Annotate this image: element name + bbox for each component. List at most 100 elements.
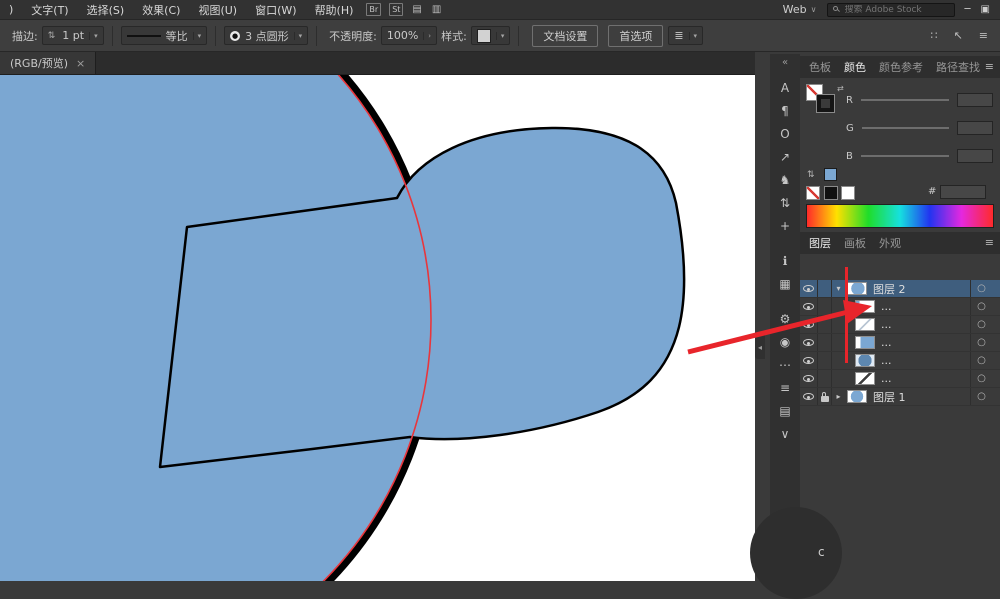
layer-name[interactable]: ... bbox=[881, 354, 970, 367]
menu-item-clipped[interactable]: ) bbox=[0, 3, 22, 16]
swap-fill-stroke-icon[interactable]: ⇄ bbox=[837, 84, 844, 93]
layer-name[interactable]: ... bbox=[881, 336, 970, 349]
lock-toggle[interactable] bbox=[818, 352, 832, 369]
dock-collapse-handle[interactable]: ◂ bbox=[755, 335, 765, 359]
paragraph-panel-icon[interactable]: ¶ bbox=[770, 99, 800, 122]
selection-column[interactable] bbox=[992, 388, 1000, 405]
selection-column[interactable] bbox=[992, 316, 1000, 333]
layer-thumbnail[interactable] bbox=[855, 300, 875, 313]
lock-toggle[interactable] bbox=[818, 370, 832, 387]
menu-item-window[interactable]: 窗口(W) bbox=[246, 2, 305, 18]
bridge-icon[interactable]: Br bbox=[366, 3, 382, 16]
layer-thumbnail[interactable] bbox=[847, 390, 867, 403]
brush-definition-dropdown[interactable]: ● 3 点圆形 ▾ bbox=[224, 26, 309, 45]
close-icon[interactable]: × bbox=[76, 57, 85, 70]
target-icon[interactable]: ○ bbox=[970, 334, 992, 351]
selection-column[interactable] bbox=[992, 280, 1000, 297]
layer-name[interactable]: ... bbox=[881, 318, 970, 331]
dropdown-arrow-icon[interactable]: ▾ bbox=[688, 31, 697, 40]
transform-panel-icon[interactable]: ⇅ bbox=[770, 191, 800, 214]
white-swatch[interactable] bbox=[841, 186, 855, 200]
layer-thumbnail[interactable] bbox=[855, 318, 875, 331]
dropdown-arrow-icon[interactable]: ▾ bbox=[89, 31, 98, 40]
preferences-button[interactable]: 首选项 bbox=[608, 24, 664, 47]
target-icon[interactable]: ○ bbox=[970, 280, 992, 297]
export-panel-icon[interactable]: ↗ bbox=[770, 145, 800, 168]
search-input[interactable] bbox=[844, 4, 949, 15]
green-slider[interactable] bbox=[861, 127, 949, 129]
selection-column[interactable] bbox=[992, 298, 1000, 315]
layer-row-sub[interactable]: ▾ ... ○ bbox=[800, 298, 1000, 316]
selection-column[interactable] bbox=[992, 334, 1000, 351]
more-options-icon[interactable]: ⋯ bbox=[770, 353, 800, 376]
tab-color-guide[interactable]: 颜色参考 bbox=[879, 59, 923, 75]
opacity-dropdown[interactable]: 100% › bbox=[380, 26, 438, 45]
hex-value-field[interactable] bbox=[940, 185, 986, 199]
stroke-swatch[interactable] bbox=[816, 94, 835, 113]
layer-row-layer1[interactable]: ▸ 图层 1 ○ bbox=[800, 388, 1000, 406]
menu-item-effect[interactable]: 效果(C) bbox=[133, 2, 189, 18]
restore-button[interactable]: ▣ bbox=[981, 4, 990, 15]
layer-thumbnail[interactable] bbox=[855, 336, 875, 349]
visibility-toggle[interactable] bbox=[800, 388, 818, 405]
arrange-documents-icon[interactable]: ▤ bbox=[412, 4, 421, 15]
layer-thumbnail[interactable] bbox=[847, 282, 867, 295]
dropdown-arrow-icon[interactable]: ▾ bbox=[293, 31, 302, 40]
tab-layers[interactable]: 图层 bbox=[809, 235, 831, 251]
panel-menu-icon[interactable]: ≡ bbox=[985, 60, 994, 73]
document-setup-button[interactable]: 文档设置 bbox=[532, 24, 599, 47]
menu-item-view[interactable]: 视图(U) bbox=[189, 2, 246, 18]
layer-name[interactable]: ... bbox=[881, 300, 970, 313]
selection-column[interactable] bbox=[992, 370, 1000, 387]
color-spectrum-bar[interactable] bbox=[806, 204, 994, 228]
layer-row-layer2[interactable]: ▾ 图层 2 ○ bbox=[800, 280, 1000, 298]
attributes-panel-icon[interactable]: ▦ bbox=[770, 272, 800, 295]
target-icon[interactable]: ○ bbox=[970, 298, 992, 315]
character-panel-icon[interactable]: A bbox=[770, 76, 800, 99]
layer-name[interactable]: ... bbox=[881, 372, 970, 385]
tab-color[interactable]: 颜色 bbox=[844, 59, 866, 75]
layer-row-sub[interactable]: ▾ ... ○ bbox=[800, 334, 1000, 352]
visibility-toggle[interactable] bbox=[800, 280, 818, 297]
tab-artboards[interactable]: 画板 bbox=[844, 235, 866, 251]
target-icon[interactable]: ○ bbox=[970, 316, 992, 333]
visibility-toggle[interactable] bbox=[800, 334, 818, 351]
visibility-toggle[interactable] bbox=[800, 298, 818, 315]
align-dropdown[interactable]: ≣ ▾ bbox=[668, 26, 704, 45]
style-dropdown[interactable]: ▾ bbox=[470, 26, 511, 45]
info-panel-icon[interactable]: ℹ bbox=[770, 249, 800, 272]
chevron-right-icon[interactable]: ▸ bbox=[832, 392, 845, 401]
green-value-field[interactable] bbox=[957, 121, 993, 135]
target-icon[interactable]: ○ bbox=[970, 352, 992, 369]
layer-name[interactable]: 图层 2 bbox=[873, 281, 970, 297]
blue-slider[interactable] bbox=[860, 155, 949, 157]
lock-toggle[interactable] bbox=[818, 388, 832, 405]
red-slider[interactable] bbox=[860, 99, 949, 101]
control-panel-menu-icon[interactable]: ≡ bbox=[979, 29, 988, 42]
dropdown-arrow-icon[interactable]: ▾ bbox=[192, 31, 201, 40]
selection-column[interactable] bbox=[992, 352, 1000, 369]
tab-appearance[interactable]: 外观 bbox=[879, 235, 901, 251]
expand-panels-icon[interactable]: « bbox=[782, 57, 788, 68]
opentype-panel-icon[interactable]: O bbox=[770, 122, 800, 145]
shape-builder-panel-icon[interactable]: ♞ bbox=[770, 168, 800, 191]
stock-search-box[interactable] bbox=[826, 2, 955, 17]
stepper-icon[interactable]: ⇅ bbox=[807, 170, 815, 180]
document-layout-icon[interactable]: ▥ bbox=[432, 4, 441, 15]
pathfinder-panel-icon[interactable]: + bbox=[770, 214, 800, 237]
lock-toggle[interactable] bbox=[818, 334, 832, 351]
gear-panel-icon[interactable]: ⚙ bbox=[770, 307, 800, 330]
stock-icon[interactable]: St bbox=[389, 3, 404, 16]
black-swatch[interactable] bbox=[824, 186, 838, 200]
menu-item-select[interactable]: 选择(S) bbox=[78, 2, 134, 18]
none-swatch[interactable] bbox=[806, 186, 820, 200]
stepper-icon[interactable]: ⇅ bbox=[48, 31, 56, 41]
lock-toggle[interactable] bbox=[818, 280, 832, 297]
grid-dots-icon[interactable]: ∷ bbox=[931, 29, 938, 42]
chevron-down-icon[interactable]: ▾ bbox=[832, 284, 845, 293]
artboard-canvas[interactable] bbox=[0, 75, 755, 581]
symbols-panel-icon[interactable]: ◉ bbox=[770, 330, 800, 353]
layer-row-sub[interactable]: ▾ ... ○ bbox=[800, 316, 1000, 334]
visibility-toggle[interactable] bbox=[800, 370, 818, 387]
current-color-swatch[interactable] bbox=[824, 168, 837, 181]
